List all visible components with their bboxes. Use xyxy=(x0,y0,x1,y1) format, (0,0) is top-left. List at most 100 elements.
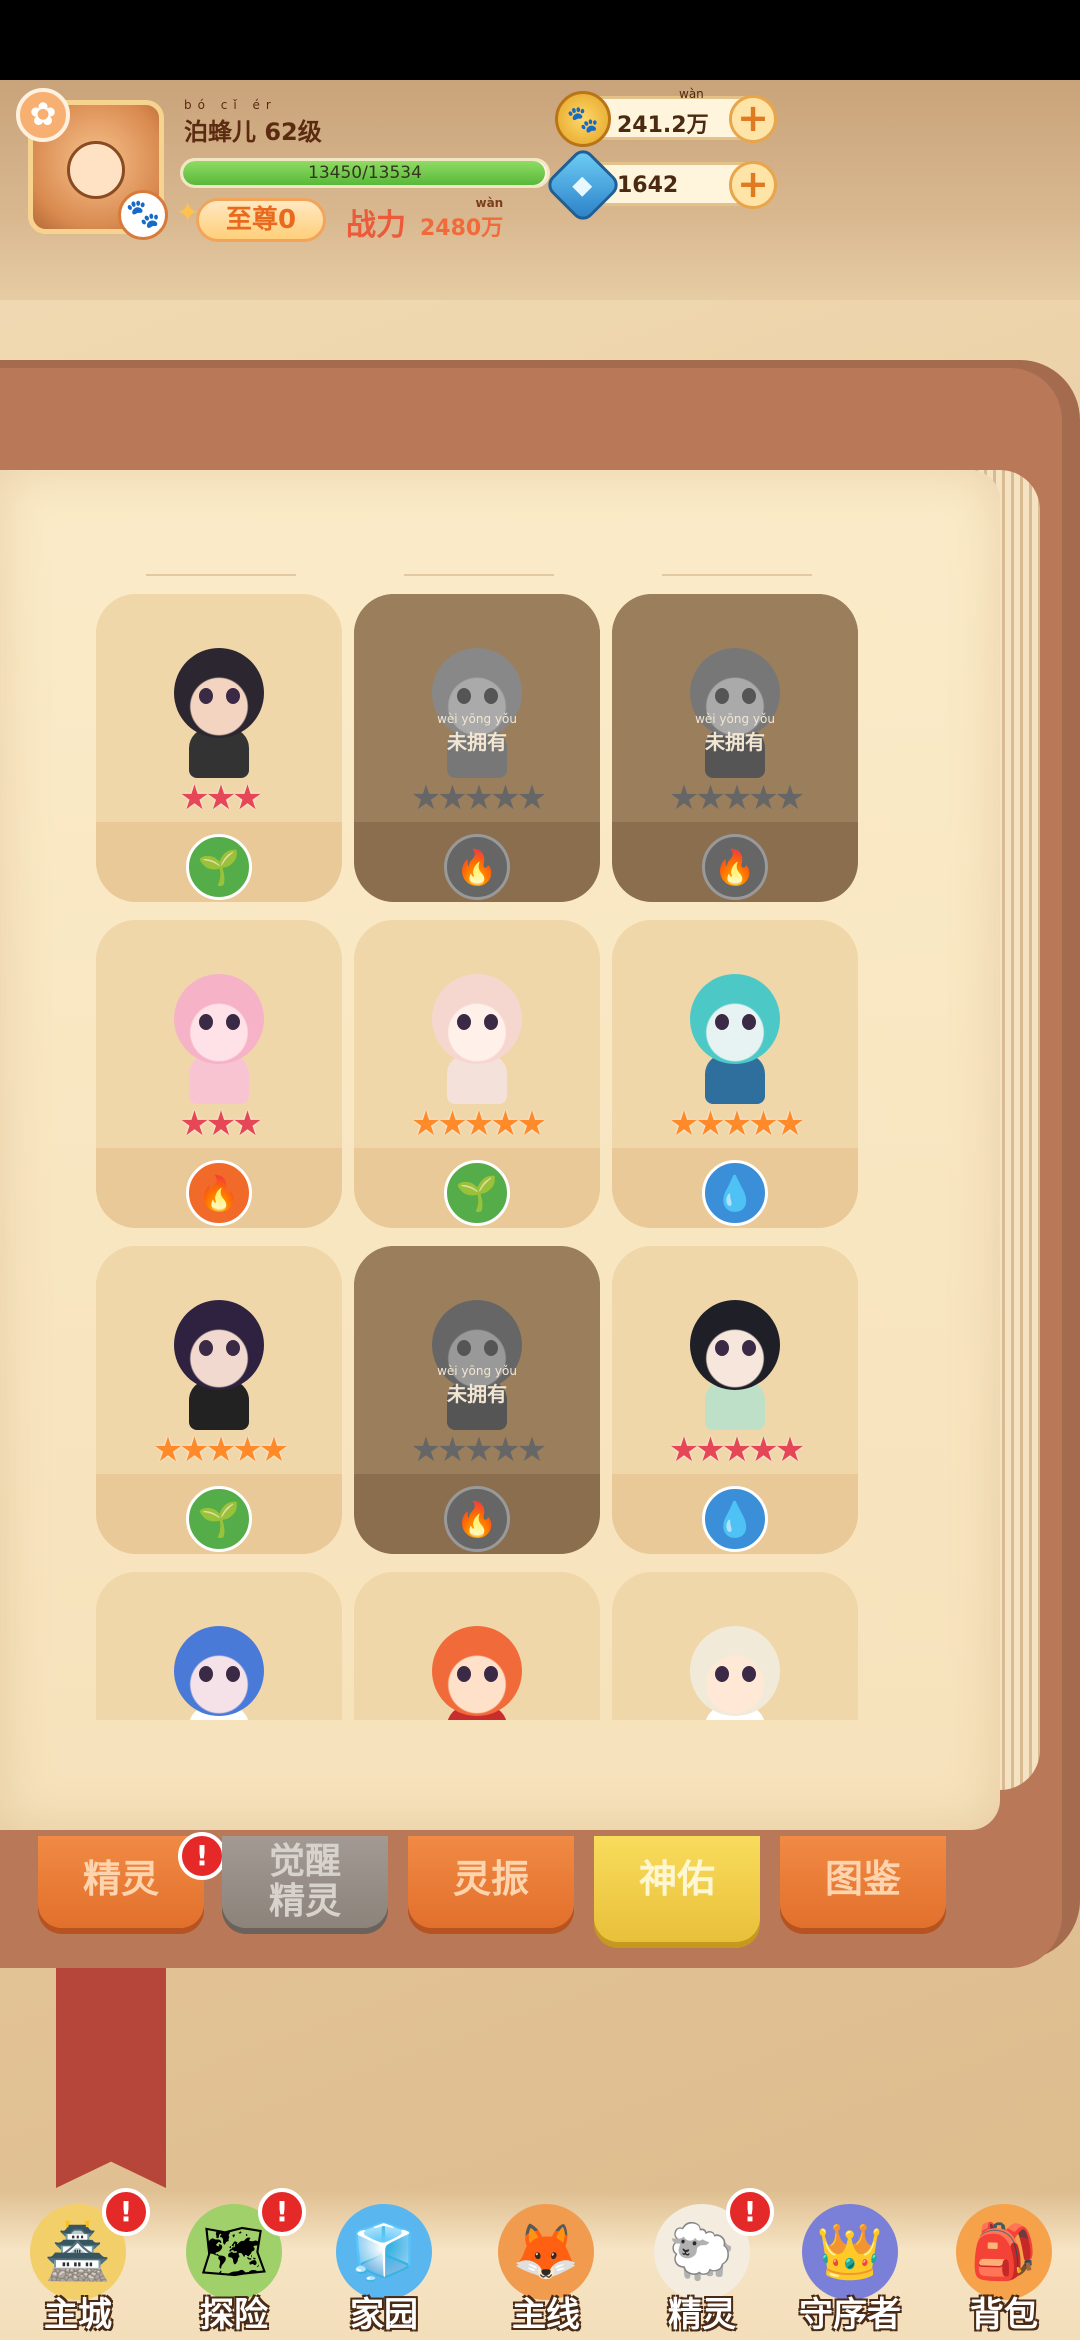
spirit-card[interactable]: wèi yōng yǒu 未拥有 ★★★★★ 🔥 xyxy=(612,594,858,902)
tab-label: 觉醒 精灵 xyxy=(268,1841,341,1922)
bookmark-ribbon xyxy=(56,1968,166,2188)
spirit-eye xyxy=(457,1014,471,1030)
nav-icon: 👑 xyxy=(802,2204,898,2300)
power-label: 战力 xyxy=(346,208,406,243)
star-rating: ★★★★★ xyxy=(354,1104,600,1144)
nav-item-7[interactable]: 🎒 背包 xyxy=(934,2196,1074,2340)
spirit-eye xyxy=(199,1340,213,1356)
unowned-text: 未拥有 xyxy=(705,730,765,754)
rank-badge[interactable]: 至尊0 xyxy=(196,198,326,242)
star-rating: ★★★★★ xyxy=(612,778,858,818)
avatar-face xyxy=(67,141,125,199)
star-icon: ★ xyxy=(490,1104,521,1144)
star-icon: ★ xyxy=(232,778,263,818)
star-icon: ★ xyxy=(748,1104,779,1144)
add-coins-button[interactable]: + xyxy=(729,95,777,143)
spirit-figure xyxy=(402,1280,552,1430)
star-rating: ★★★★★ xyxy=(612,1104,858,1144)
tab-4[interactable]: 神佑 xyxy=(594,1836,760,1942)
spirit-card[interactable]: 💧 xyxy=(612,1572,858,1720)
nav-icon: 🦊 xyxy=(498,2204,594,2300)
star-icon: ★ xyxy=(437,1104,468,1144)
spirit-card[interactable]: ★★★ 🌱 xyxy=(96,594,342,902)
unowned-label: wèi yōng yǒu 未拥有 xyxy=(354,712,600,755)
star-icon: ★ xyxy=(232,1104,263,1144)
star-icon: ★ xyxy=(774,1104,806,1144)
unowned-ruby: wèi yōng yǒu xyxy=(437,1364,517,1378)
player-level: 62级 xyxy=(264,118,322,146)
star-icon: ★ xyxy=(668,778,700,818)
nav-label: 背包 xyxy=(970,2295,1038,2335)
spirit-card[interactable]: ★★★★★ 🌱 xyxy=(96,1246,342,1554)
spirit-head xyxy=(174,1626,264,1716)
spirit-eye xyxy=(199,1666,213,1682)
star-icon: ★ xyxy=(463,778,495,818)
spirit-eye xyxy=(742,1666,756,1682)
star-icon: ★ xyxy=(179,1104,210,1144)
tab-2[interactable]: 觉醒 精灵 xyxy=(222,1836,388,1928)
power-ruby: wàn xyxy=(475,196,504,210)
spirit-card[interactable]: 🔥 xyxy=(354,1572,600,1720)
nav-label: 探险 xyxy=(200,2295,268,2335)
star-icon: ★ xyxy=(205,1430,237,1470)
star-icon: ★ xyxy=(152,1430,184,1470)
spirit-card[interactable]: ★★★★★ 🌱 xyxy=(354,920,600,1228)
tab-label: 图鉴 xyxy=(824,1857,901,1901)
spirit-eye xyxy=(226,688,240,704)
star-icon: ★ xyxy=(748,778,779,818)
tab-label: 精灵 xyxy=(82,1857,159,1901)
star-icon: ★ xyxy=(490,1430,521,1470)
tab-3[interactable]: 灵振 xyxy=(408,1836,574,1928)
gem-value: 1642 xyxy=(617,173,679,198)
nav-item-4[interactable]: 🦊 主线 xyxy=(476,2196,616,2340)
spirit-card[interactable]: wèi yōng yǒu 未拥有 ★★★★★ 🔥 xyxy=(354,594,600,902)
spirit-card[interactable]: 💧 xyxy=(96,1572,342,1720)
coin-ruby: wàn xyxy=(679,87,704,101)
spirit-eye xyxy=(457,1340,471,1356)
star-icon: ★ xyxy=(516,778,548,818)
star-icon: ★ xyxy=(695,1104,726,1144)
star-icon: ★ xyxy=(748,1430,779,1470)
spirit-card[interactable]: ★★★★★ 💧 xyxy=(612,1246,858,1554)
unowned-text: 未拥有 xyxy=(447,1382,507,1406)
nav-item-3[interactable]: 🧊 家园 xyxy=(314,2196,454,2340)
spirit-eye xyxy=(742,1014,756,1030)
spirit-grid[interactable]: ★★★ 🌱 wèi yōng yǒu 未拥有 ★★★★★ 🔥 wèi yōng yǒu 未拥有… xyxy=(96,580,870,1720)
gem-counter: ◆ 1642 + xyxy=(543,145,777,225)
spirit-eye xyxy=(742,688,756,704)
nav-item-6[interactable]: 👑 守序者 xyxy=(780,2196,920,2340)
spirit-figure xyxy=(144,954,294,1104)
spirit-card[interactable]: ★★★ 🔥 xyxy=(96,920,342,1228)
star-icon: ★ xyxy=(721,778,753,818)
star-icon: ★ xyxy=(721,1104,753,1144)
star-icon: ★ xyxy=(463,1430,495,1470)
spirit-figure xyxy=(402,628,552,778)
star-icon: ★ xyxy=(516,1430,548,1470)
spirit-figure xyxy=(660,1280,810,1430)
star-icon: ★ xyxy=(179,778,210,818)
nav-label: 主城 xyxy=(44,2295,112,2335)
star-icon: ★ xyxy=(437,1430,468,1470)
notification-badge: ! xyxy=(726,2188,774,2236)
spirit-card[interactable]: ★★★★★ 💧 xyxy=(612,920,858,1228)
star-rating: ★★★★★ xyxy=(354,778,600,818)
gear-icon[interactable]: ✿ xyxy=(16,88,70,142)
fire-element-icon: 🔥 xyxy=(702,834,768,900)
spirit-eye xyxy=(484,688,498,704)
spirit-head xyxy=(690,974,780,1064)
star-rating: ★★★ xyxy=(96,778,342,818)
spirit-eye xyxy=(457,688,471,704)
notification-badge: ! xyxy=(102,2188,150,2236)
water-element-icon: 💧 xyxy=(702,1486,768,1552)
star-icon: ★ xyxy=(205,1104,237,1144)
spirit-card[interactable]: wèi yōng yǒu 未拥有 ★★★★★ 🔥 xyxy=(354,1246,600,1554)
star-icon: ★ xyxy=(258,1430,290,1470)
add-gems-button[interactable]: + xyxy=(729,161,777,209)
star-icon: ★ xyxy=(721,1430,753,1470)
star-icon: ★ xyxy=(463,1104,495,1144)
spirit-eye xyxy=(226,1014,240,1030)
paw-icon[interactable]: 🐾 xyxy=(118,190,168,240)
tab-5[interactable]: 图鉴 xyxy=(780,1836,946,1928)
exp-bar: 13450/13534 xyxy=(180,158,550,188)
star-icon: ★ xyxy=(668,1430,700,1470)
